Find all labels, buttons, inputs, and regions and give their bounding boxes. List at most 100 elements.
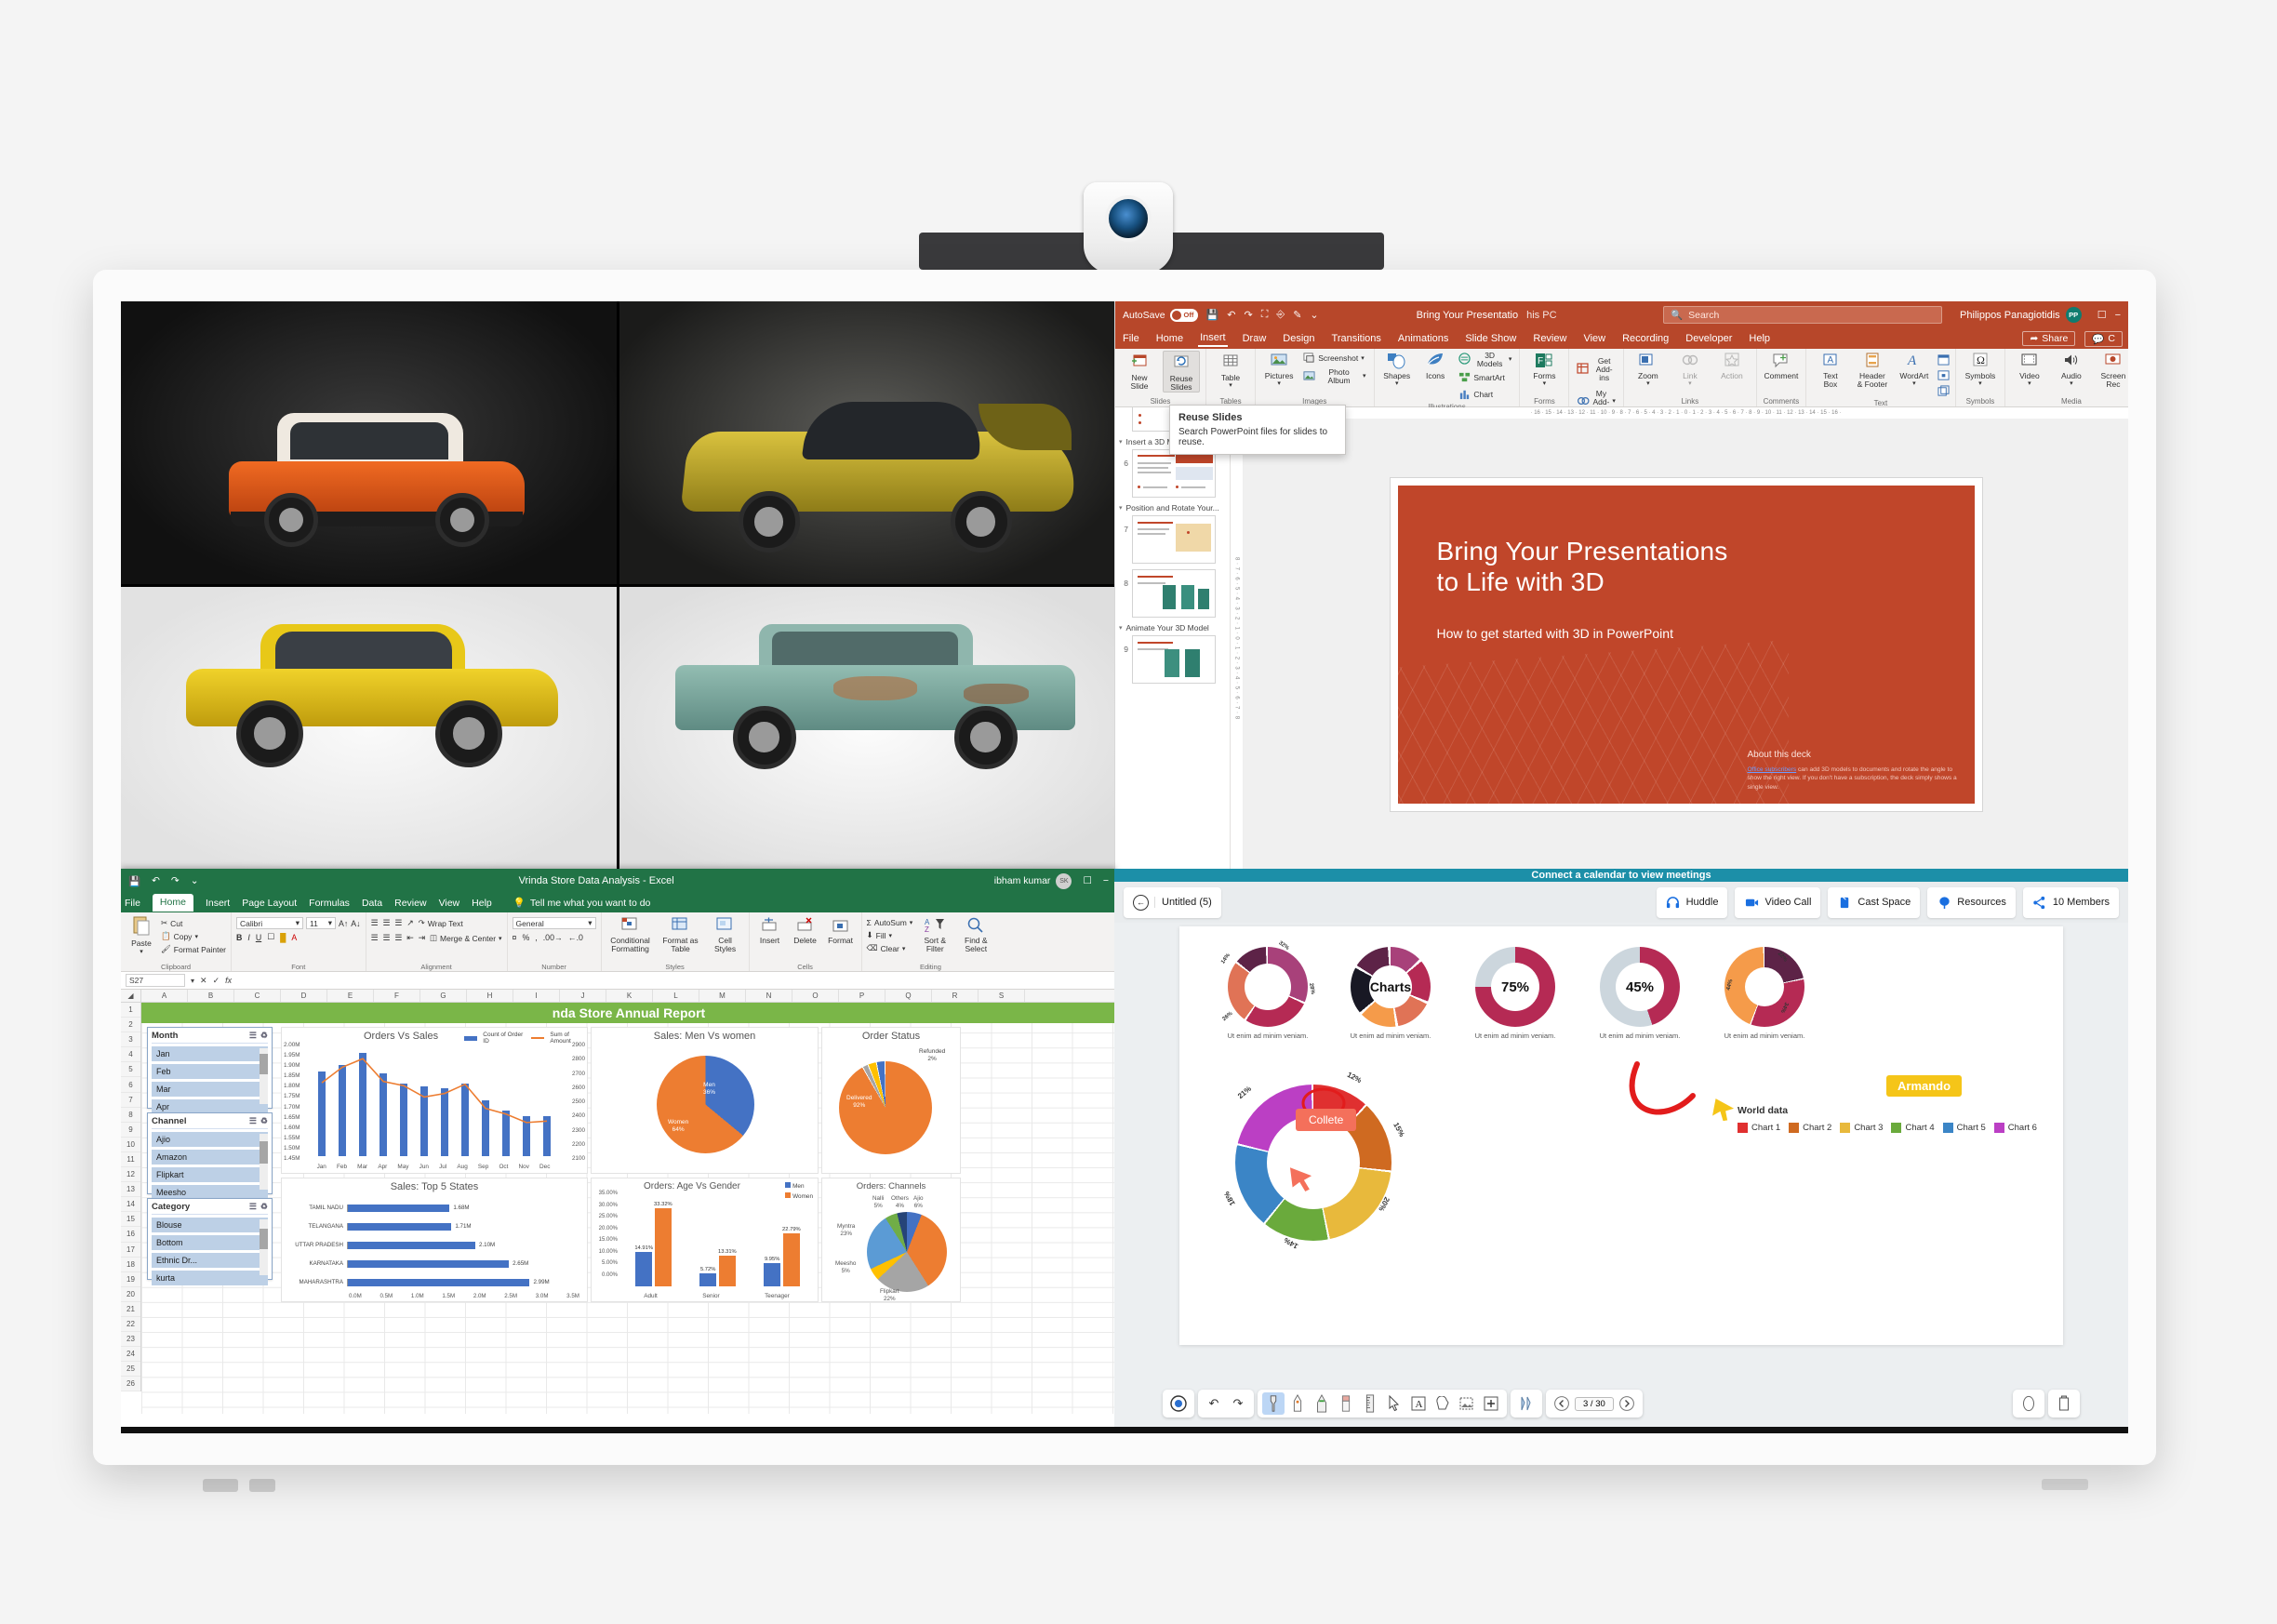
search-box[interactable]: 🔍 Search xyxy=(1663,306,1942,324)
tab-design[interactable]: Design xyxy=(1281,331,1316,346)
row-header[interactable]: 3 xyxy=(121,1032,140,1047)
tab-animations[interactable]: Animations xyxy=(1396,331,1450,346)
row-headers[interactable]: 1 2 3 4 5 6 7 8 9 10 11 12 13 14 15 16 1… xyxy=(121,1003,141,1391)
worksheet-canvas[interactable]: nda Store Annual Report Month ☰♻ Jan Feb… xyxy=(141,1003,1116,1414)
slide-content[interactable]: Bring Your Presentations to Life with 3D… xyxy=(1398,486,1975,804)
table-button[interactable]: Table ▾ xyxy=(1212,351,1249,389)
reuse-slides-button[interactable]: Reuse Slides xyxy=(1163,351,1200,393)
merge-center-button[interactable]: ◫Merge & Center▾ xyxy=(430,932,502,944)
tab-help[interactable]: Help xyxy=(1747,331,1772,346)
row-header[interactable]: 20 xyxy=(121,1287,140,1302)
donut-chart-3[interactable]: 75% Ut enim ad minim veniam. xyxy=(1464,947,1566,1040)
chart-button[interactable]: Chart xyxy=(1457,387,1513,403)
comment-button[interactable]: Comment xyxy=(1763,351,1800,380)
multi-select-icon[interactable]: ☰ xyxy=(249,1116,257,1126)
excel-ribbon-tabs[interactable]: File Home Insert Page Layout Formulas Da… xyxy=(121,893,1116,912)
sort-filter-button[interactable]: AZ Sort & Filter xyxy=(916,914,953,953)
video-call-button[interactable]: Video Call xyxy=(1735,887,1820,918)
column-header-R[interactable]: R xyxy=(932,990,979,1002)
row-header[interactable]: 2 xyxy=(121,1018,140,1032)
tab-view[interactable]: View xyxy=(439,898,460,909)
tab-home[interactable]: Home xyxy=(1154,331,1185,346)
column-header-L[interactable]: L xyxy=(653,990,699,1002)
save-icon[interactable]: 💾 xyxy=(128,875,140,887)
currency-icon[interactable]: ¤ xyxy=(513,933,517,942)
chevron-down-icon[interactable]: ▾ xyxy=(588,918,592,928)
row-header[interactable]: 19 xyxy=(121,1272,140,1287)
slicer-item[interactable]: Blouse xyxy=(152,1218,268,1232)
undo-icon[interactable]: ↶ xyxy=(152,875,160,886)
slide-number-icon[interactable] xyxy=(1937,369,1950,383)
chevron-down-icon[interactable]: ▾ xyxy=(1363,373,1366,379)
multi-select-icon[interactable]: ☰ xyxy=(249,1031,257,1041)
chevron-down-icon[interactable]: ▾ xyxy=(2028,380,2031,387)
slide-about-box[interactable]: About this deck Office subscribers can a… xyxy=(1748,749,1962,792)
font-color-icon[interactable]: A xyxy=(291,933,297,942)
minimize-icon[interactable]: − xyxy=(1103,875,1109,886)
whiteboard-canvas[interactable]: 32% 28% 26% 14% Ut enim ad minim veniam.… xyxy=(1179,926,2063,1345)
borders-icon[interactable]: ☐ xyxy=(267,932,274,942)
chart-sales-men-vs-women[interactable]: Sales: Men Vs women Men36% Women64% xyxy=(591,1027,819,1174)
thumbnail-row-7[interactable]: 7 xyxy=(1119,515,1226,564)
clear-button[interactable]: ⌫Clear▾ xyxy=(867,942,913,954)
column-header-A[interactable]: A xyxy=(141,990,188,1002)
shape-tool[interactable] xyxy=(1431,1392,1454,1415)
row-header[interactable]: 25 xyxy=(121,1362,140,1377)
thumbnail-row-6[interactable]: 6 xyxy=(1119,449,1226,498)
current-slide[interactable]: Bring Your Presentations to Life with 3D… xyxy=(1391,478,1982,811)
fill-button[interactable]: ⬇Fill▾ xyxy=(867,929,913,941)
align-center-icon[interactable]: ☰ xyxy=(382,933,390,943)
tab-review[interactable]: Review xyxy=(1531,331,1568,346)
align-middle-icon[interactable]: ☰ xyxy=(382,918,390,928)
chevron-down-icon[interactable]: ▾ xyxy=(1119,624,1123,632)
slide-thumbnail-pane[interactable]: ▾ Insert a 3D Model from a... 6 xyxy=(1115,407,1231,869)
chart-orders-channels[interactable]: Orders: Channels Ajio6% Others4% Nalli5%… xyxy=(821,1178,961,1302)
formula-bar[interactable]: S27 ▾ ✕ ✓ fx xyxy=(121,972,1116,990)
chevron-down-icon[interactable]: ▾ xyxy=(1361,355,1365,362)
header-footer-button[interactable]: Header & Footer xyxy=(1854,351,1891,389)
3d-models-button[interactable]: 3D Models ▾ xyxy=(1457,351,1513,369)
wordart-button[interactable]: A WordArt ▾ xyxy=(1896,351,1933,387)
resources-button[interactable]: Resources xyxy=(1927,887,2016,918)
text-tool[interactable]: A xyxy=(1407,1392,1430,1415)
chart-sales-top-5-states[interactable]: Sales: Top 5 States TAMIL NADU1.68MTELAN… xyxy=(281,1178,588,1302)
video-tile-rusty-teal-sedan[interactable] xyxy=(619,587,1115,870)
insert-cells-button[interactable]: Insert xyxy=(754,914,786,945)
fill-color-icon[interactable]: █ xyxy=(280,933,286,942)
column-header-S[interactable]: S xyxy=(979,990,1025,1002)
user-account[interactable]: Philippos Panagiotidis PP xyxy=(1960,307,2082,323)
format-painter-button[interactable]: 🖌Format Painter xyxy=(161,943,226,955)
action-button[interactable]: Action xyxy=(1713,351,1751,380)
get-addins-button[interactable]: Get Add-ins xyxy=(1575,356,1617,383)
clear-filter-icon[interactable]: ♻ xyxy=(260,1031,268,1041)
column-header-P[interactable]: P xyxy=(839,990,886,1002)
whiteboard-window[interactable]: Connect a calendar to view meetings ← Un… xyxy=(1114,869,2128,1427)
column-header-B[interactable]: B xyxy=(188,990,234,1002)
cast-space-button[interactable]: Cast Space xyxy=(1828,887,1920,918)
column-header-O[interactable]: O xyxy=(792,990,839,1002)
decrease-font-size-icon[interactable]: A↓ xyxy=(351,919,360,928)
smartart-button[interactable]: SmartArt xyxy=(1457,370,1513,386)
record-icon[interactable]: ⎆ xyxy=(1276,309,1285,321)
undo-button[interactable]: ↶ xyxy=(1203,1392,1225,1415)
decrease-indent-icon[interactable]: ⇤ xyxy=(406,933,413,943)
column-header-H[interactable]: H xyxy=(467,990,513,1002)
tab-home[interactable]: Home xyxy=(153,894,193,912)
slicer-item[interactable]: Feb xyxy=(152,1064,268,1079)
row-header[interactable]: 21 xyxy=(121,1302,140,1317)
object-icon[interactable] xyxy=(1937,385,1950,399)
chart-orders-age-vs-gender[interactable]: Orders: Age Vs Gender Men Women 35.00%30… xyxy=(591,1178,819,1302)
tab-draw[interactable]: Draw xyxy=(1241,331,1269,346)
cancel-entry-icon[interactable]: ✕ xyxy=(200,976,207,986)
align-right-icon[interactable]: ☰ xyxy=(394,933,402,943)
forms-button[interactable]: F Forms ▾ xyxy=(1525,351,1563,387)
column-header-N[interactable]: N xyxy=(746,990,792,1002)
percent-style-icon[interactable]: % xyxy=(522,933,529,942)
tab-transitions[interactable]: Transitions xyxy=(1330,331,1383,346)
add-tool[interactable] xyxy=(1480,1392,1502,1415)
ribbon-display-options-icon[interactable]: ☐ xyxy=(2097,309,2107,321)
powerpoint-ribbon-tabs[interactable]: File Home Insert Draw Design Transitions… xyxy=(1115,328,2128,349)
format-as-table-button[interactable]: Format as Table xyxy=(659,914,703,953)
chevron-down-icon[interactable]: ▾ xyxy=(1277,380,1281,387)
row-header[interactable]: 13 xyxy=(121,1182,140,1197)
